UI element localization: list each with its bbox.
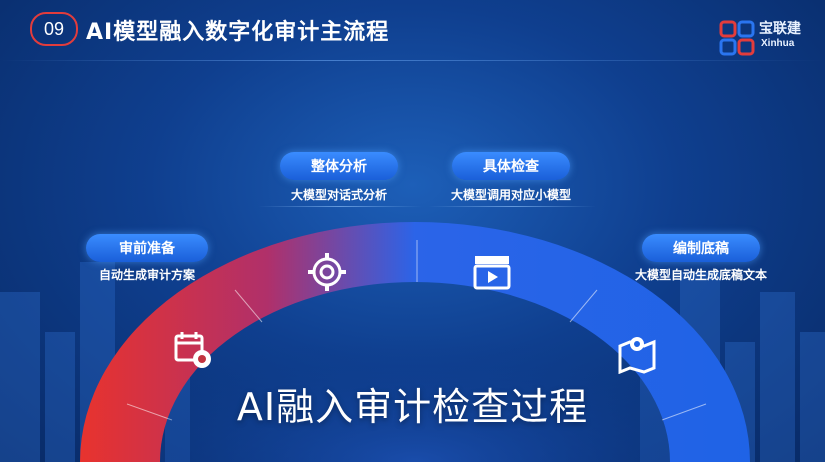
step-pill-analysis: 整体分析	[280, 152, 398, 180]
step-pill-check: 具体检查	[452, 152, 570, 180]
step-desc-analysis: 大模型对话式分析	[290, 188, 387, 202]
calendar-gear-icon	[174, 332, 211, 368]
gear-target-icon	[308, 253, 346, 291]
main-process-title: AI融入审计检查过程	[236, 385, 589, 429]
clapper-play-icon	[473, 256, 511, 290]
step-underline-check	[428, 206, 596, 207]
step-pill-prep: 审前准备	[86, 234, 208, 262]
step-pill-draft: 编制底稿	[642, 234, 760, 262]
map-pin-icon	[618, 337, 656, 374]
step-desc-check: 大模型调用对应小模型	[450, 188, 571, 202]
step-desc-prep: 自动生成审计方案	[98, 268, 195, 282]
step-underline-analysis	[258, 206, 422, 207]
step-desc-draft: 大模型自动生成底稿文本	[634, 268, 767, 282]
